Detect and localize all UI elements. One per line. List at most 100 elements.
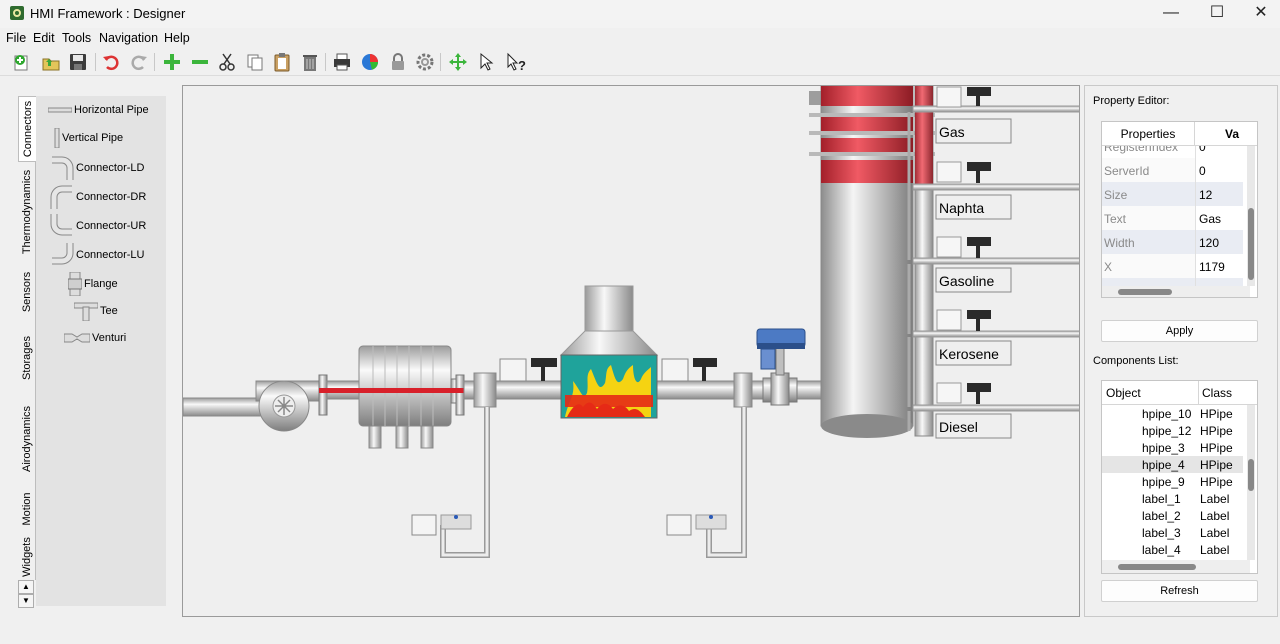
app-icon bbox=[10, 6, 24, 20]
tab-scroll-up-button[interactable]: ▲ bbox=[18, 580, 34, 594]
chart-icon[interactable] bbox=[358, 51, 382, 73]
save-icon[interactable] bbox=[66, 51, 90, 73]
components-hscroll-thumb[interactable] bbox=[1118, 564, 1196, 570]
refresh-button[interactable]: Refresh bbox=[1101, 580, 1258, 602]
property-hscroll[interactable] bbox=[1102, 286, 1250, 297]
property-row[interactable]: RegisterIndex 0 bbox=[1102, 146, 1243, 158]
whats-this-icon[interactable]: ? bbox=[505, 51, 529, 73]
label-diesel[interactable]: Diesel bbox=[939, 419, 978, 435]
move-icon[interactable] bbox=[446, 51, 470, 73]
copy-icon[interactable] bbox=[243, 51, 267, 73]
burner[interactable] bbox=[559, 285, 659, 419]
palette-item[interactable]: Vertical Pipe bbox=[54, 128, 123, 148]
component-row[interactable]: label_1 Label bbox=[1102, 490, 1243, 507]
component-row[interactable]: hpipe_9 HPipe bbox=[1102, 473, 1243, 490]
component-row[interactable]: label_3 Label bbox=[1102, 524, 1243, 541]
component-row[interactable]: label_2 Label bbox=[1102, 507, 1243, 524]
component-row[interactable]: label_4 Label bbox=[1102, 541, 1243, 558]
palette-item[interactable]: Flange bbox=[68, 272, 118, 296]
cut-icon[interactable] bbox=[215, 51, 239, 73]
property-row[interactable]: ServerId 0 bbox=[1102, 158, 1243, 182]
feed-pipe[interactable] bbox=[183, 397, 264, 417]
component-row[interactable]: hpipe_3 HPipe bbox=[1102, 439, 1243, 456]
components-vscroll[interactable] bbox=[1247, 405, 1255, 560]
property-row[interactable]: Text Gas bbox=[1102, 206, 1243, 230]
tab-scroll-down-button[interactable]: ▼ bbox=[18, 594, 34, 608]
components-hscroll[interactable] bbox=[1102, 560, 1250, 573]
palette-item[interactable]: Connector-LD bbox=[50, 156, 144, 180]
tab-thermodynamics[interactable]: Thermodynamics bbox=[18, 162, 36, 262]
palette-item[interactable]: Connector-UR bbox=[50, 214, 146, 238]
label-naphta[interactable]: Naphta bbox=[939, 200, 984, 216]
pump[interactable] bbox=[255, 380, 322, 432]
property-table[interactable]: Properties Va RegisterIndex 0 ServerId 0 S… bbox=[1101, 121, 1258, 298]
component-row-selected[interactable]: hpipe_4 HPipe bbox=[1102, 456, 1243, 473]
components-vscroll-thumb[interactable] bbox=[1248, 459, 1254, 491]
print-icon[interactable] bbox=[330, 51, 354, 73]
tee-icon bbox=[74, 302, 98, 321]
palette-item[interactable]: Venturi bbox=[64, 332, 126, 344]
property-row[interactable]: Y50 bbox=[1102, 278, 1243, 286]
header-properties[interactable]: Properties bbox=[1102, 122, 1195, 146]
settings-icon[interactable] bbox=[413, 51, 437, 73]
menu-edit[interactable]: Edit bbox=[33, 31, 55, 45]
property-row[interactable]: X 1179 bbox=[1102, 254, 1243, 278]
remove-icon[interactable] bbox=[188, 51, 212, 73]
property-row[interactable]: Width 120 bbox=[1102, 230, 1243, 254]
tab-storages[interactable]: Storages bbox=[18, 322, 36, 394]
vertical-pipe-icon bbox=[54, 128, 60, 148]
redo-icon[interactable] bbox=[127, 51, 151, 73]
label-gasoline[interactable]: Gasoline bbox=[939, 273, 994, 289]
components-list-title: Components List: bbox=[1093, 355, 1179, 367]
delete-icon[interactable] bbox=[298, 51, 322, 73]
component-row[interactable]: hpipe_12 HPipe bbox=[1102, 422, 1243, 439]
label-gas[interactable]: Gas bbox=[939, 124, 965, 140]
lock-icon[interactable] bbox=[386, 51, 410, 73]
sensor-1[interactable] bbox=[499, 358, 557, 382]
label-kerosene[interactable]: Kerosene bbox=[939, 346, 999, 362]
menu-navigation[interactable]: Navigation bbox=[99, 31, 158, 45]
palette-item[interactable]: Connector-LU bbox=[50, 243, 144, 267]
header-value[interactable]: Va bbox=[1195, 122, 1257, 146]
component-category-tabs: Connectors Thermodynamics Sensors Storag… bbox=[18, 96, 36, 608]
drain-pipe-right[interactable] bbox=[666, 407, 747, 558]
heat-exchanger[interactable] bbox=[318, 345, 465, 449]
palette-item[interactable]: Connector-DR bbox=[50, 185, 146, 209]
header-class[interactable]: Class bbox=[1199, 381, 1257, 405]
maximize-button[interactable]: ☐ bbox=[1194, 0, 1240, 28]
tab-widgets[interactable]: Widgets bbox=[18, 534, 36, 580]
flange-icon bbox=[68, 272, 82, 296]
minimize-button[interactable]: — bbox=[1148, 0, 1194, 28]
apply-button[interactable]: Apply bbox=[1101, 320, 1258, 342]
new-icon[interactable] bbox=[10, 51, 34, 73]
property-hscroll-thumb[interactable] bbox=[1118, 289, 1172, 295]
tab-airodynamics[interactable]: Airodynamics bbox=[18, 394, 36, 484]
menu-file[interactable]: File bbox=[6, 31, 26, 45]
property-row[interactable]: Size 12 bbox=[1102, 182, 1243, 206]
paste-icon[interactable] bbox=[270, 51, 294, 73]
component-row[interactable]: hpipe_10 HPipe bbox=[1102, 405, 1243, 422]
tab-motion[interactable]: Motion bbox=[18, 484, 36, 534]
connector-ur-icon bbox=[50, 214, 72, 236]
tab-connectors[interactable]: Connectors bbox=[18, 96, 36, 162]
undo-icon[interactable] bbox=[99, 51, 123, 73]
header-object[interactable]: Object bbox=[1102, 381, 1199, 405]
palette-item[interactable]: Horizontal Pipe bbox=[48, 104, 149, 116]
property-vscroll-thumb[interactable] bbox=[1248, 208, 1254, 280]
property-vscroll[interactable] bbox=[1247, 146, 1255, 286]
add-icon[interactable] bbox=[160, 51, 184, 73]
venturi-icon bbox=[64, 333, 90, 343]
menu-tools[interactable]: Tools bbox=[62, 31, 91, 45]
components-table[interactable]: Object Class hpipe_10 HPipe hpipe_12 HPipe… bbox=[1101, 380, 1258, 574]
tab-sensors[interactable]: Sensors bbox=[18, 262, 36, 322]
design-canvas[interactable]: Gas Naphta Gasoline Kerosene Diesel bbox=[182, 85, 1080, 617]
close-button[interactable]: ✕ bbox=[1238, 0, 1280, 28]
sensor-2[interactable] bbox=[661, 358, 717, 382]
palette-item[interactable]: Tee bbox=[74, 301, 118, 321]
horizontal-pipe-icon bbox=[48, 107, 72, 113]
pointer-icon[interactable] bbox=[474, 51, 498, 73]
menu-help[interactable]: Help bbox=[164, 31, 190, 45]
component-palette: Horizontal Pipe Vertical Pipe Connector-… bbox=[36, 96, 166, 606]
open-icon[interactable] bbox=[39, 51, 63, 73]
window-title: HMI Framework : Designer bbox=[30, 6, 186, 21]
